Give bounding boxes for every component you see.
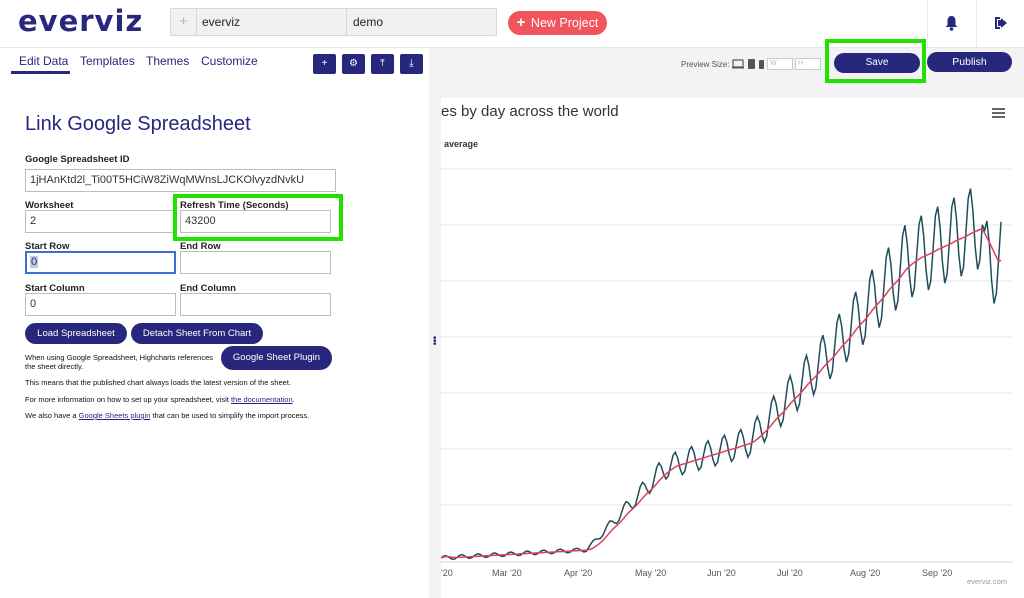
plus-icon: +	[516, 14, 526, 31]
x-tick-label: Mar '20	[492, 568, 522, 578]
detach-sheet-button[interactable]: Detach Sheet From Chart	[131, 323, 263, 344]
panel-title: Link Google Spreadsheet	[25, 113, 251, 135]
bell-icon	[945, 16, 958, 31]
breadcrumb-team[interactable]: everviz	[197, 9, 347, 35]
add-team-button[interactable]: +	[171, 9, 197, 35]
plus-icon: +	[321, 58, 328, 69]
app-logo[interactable]: everviz	[18, 4, 143, 38]
preview-height-input[interactable]: H	[795, 58, 821, 70]
publish-button[interactable]: Publish	[927, 52, 1012, 72]
spreadsheet-id-input[interactable]: 1jHAnKtd2l_Ti00T5HCiW8ZiWqMWnsLJCKOlvyzd…	[25, 169, 336, 192]
line-chart: '20 Mar '20 Apr '20 May '20 Jun '20 Jul '20 Au…	[441, 168, 1013, 578]
info-text-4-suffix: that can be used to simplify the import …	[150, 411, 310, 420]
tab-customize[interactable]: Customize	[201, 54, 258, 68]
x-tick-label: Apr '20	[564, 568, 592, 578]
spreadsheet-id-label: Google Spreadsheet ID	[25, 154, 130, 165]
laptop-icon[interactable]	[732, 59, 744, 69]
phone-icon[interactable]	[759, 60, 764, 69]
x-tick-label: Aug '20	[850, 568, 880, 578]
end-row-input[interactable]	[180, 251, 331, 274]
chart-title: es by day across the world	[441, 103, 619, 120]
info-text-3: For more information on how to set up yo…	[25, 395, 345, 404]
x-tick-label: '20	[441, 568, 453, 578]
preview-size-label: Preview Size:	[681, 60, 730, 69]
documentation-link[interactable]: the documentation	[231, 395, 293, 404]
settings-button[interactable]: ⚙	[342, 54, 365, 74]
load-spreadsheet-button[interactable]: Load Spreadsheet	[25, 323, 127, 344]
info-text-1: When using Google Spreadsheet, Highchart…	[25, 353, 214, 371]
hamburger-menu-icon[interactable]	[992, 108, 1005, 120]
logout-button[interactable]	[976, 0, 1024, 48]
start-row-input[interactable]: 0	[25, 251, 176, 274]
preview-width-input[interactable]: W	[767, 58, 793, 70]
info-text-4-prefix: We also have a	[25, 411, 79, 420]
logout-icon	[995, 17, 1007, 29]
x-tick-label: May '20	[635, 568, 666, 578]
info-text-3-prefix: For more information on how to set up yo…	[25, 395, 231, 404]
start-row-value: 0	[30, 256, 39, 268]
start-column-input[interactable]: 0	[25, 293, 176, 316]
chart-credit[interactable]: everviz.com	[967, 577, 1007, 586]
series-line-daily[interactable]	[441, 188, 1002, 561]
chart-legend-average[interactable]: average	[444, 139, 478, 149]
new-project-button[interactable]: + New Project	[508, 11, 607, 35]
info-text-3-suffix: .	[292, 395, 295, 404]
panel-resize-handle[interactable]	[429, 48, 441, 598]
upload-button[interactable]: ⤒	[371, 54, 394, 74]
breadcrumb-project[interactable]: demo	[347, 9, 497, 35]
worksheet-input[interactable]: 2	[25, 210, 176, 233]
upload-icon: ⤒	[380, 58, 385, 69]
tab-edit-data[interactable]: Edit Data	[19, 54, 68, 68]
x-tick-label: Jun '20	[707, 568, 736, 578]
breadcrumb: + everviz demo	[170, 8, 497, 36]
save-highlight	[825, 39, 926, 83]
info-text-2: This means that the published chart alwa…	[25, 378, 291, 387]
device-icons	[732, 59, 764, 69]
resize-grip-icon[interactable]: • • •	[433, 334, 437, 350]
download-icon: ⤓	[409, 58, 414, 69]
download-button[interactable]: ⤓	[400, 54, 423, 74]
x-tick-label: Sep '20	[922, 568, 952, 578]
gear-icon: ⚙	[349, 58, 358, 69]
tablet-icon[interactable]	[748, 59, 755, 69]
tab-templates[interactable]: Templates	[80, 54, 135, 68]
active-tab-indicator	[11, 71, 70, 74]
tab-themes[interactable]: Themes	[146, 54, 189, 68]
end-column-input[interactable]	[180, 293, 331, 316]
google-sheets-plugin-link[interactable]: Google Sheets plugin	[79, 411, 151, 420]
new-project-label: New Project	[530, 16, 599, 30]
info-text-4: We also have a Google Sheets plugin that…	[25, 411, 345, 420]
x-tick-label: Jul '20	[777, 568, 803, 578]
notifications-button[interactable]	[927, 0, 975, 48]
google-sheet-plugin-button[interactable]: Google Sheet Plugin	[221, 346, 332, 370]
refresh-time-highlight	[173, 194, 343, 241]
add-button[interactable]: +	[313, 54, 336, 74]
